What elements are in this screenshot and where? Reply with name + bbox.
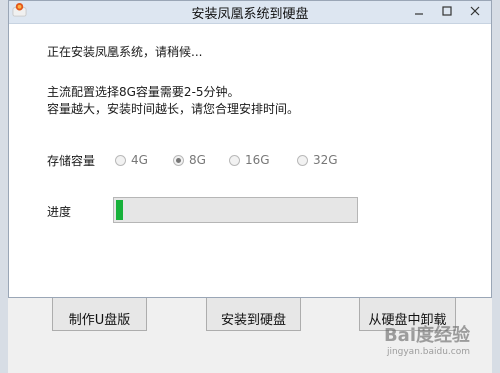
make-usb-label: 制作U盘版 [68,312,131,328]
radio-32g[interactable] [297,154,308,166]
capacity-4g-label: 4G [131,153,148,167]
radio-16g[interactable] [229,154,240,166]
minimize-icon[interactable] [405,1,433,21]
capacity-option-32g[interactable]: 32G [297,153,338,167]
watermark-text: Bai度经验 [383,325,470,346]
watermark-sub: jingyan.baidu.com [386,347,470,357]
status-message: 正在安装凤凰系统，请稍候... [47,45,203,59]
capacity-32g-label: 32G [313,153,338,167]
close-icon[interactable] [461,1,489,21]
install-to-disk-label: 安装到硬盘 [220,312,286,328]
install-to-disk-button[interactable]: 安装到硬盘 [206,298,301,331]
capacity-label: 存储容量 [47,154,96,168]
maximize-icon[interactable] [433,1,461,21]
make-usb-button[interactable]: 制作U盘版 [52,298,147,331]
progress-label: 进度 [47,205,72,219]
radio-8g[interactable] [173,154,184,166]
progress-fill [116,200,123,220]
background-window-edge-right [492,0,500,373]
install-dialog: 安装凤凰系统到硬盘 正在安装凤凰系统，请稍候... 主流配置选择8G容量需要2-… [8,0,492,298]
capacity-16g-label: 16G [245,153,270,167]
watermark: Bai度经验 jingyan.baidu.com [350,321,470,361]
title-bar[interactable]: 安装凤凰系统到硬盘 [9,1,491,24]
capacity-option-4g[interactable]: 4G [115,153,148,167]
progress-bar [113,197,358,223]
radio-4g[interactable] [115,154,126,166]
capacity-option-16g[interactable]: 16G [229,153,270,167]
background-window-edge-left [0,0,8,373]
capacity-8g-label: 8G [189,153,206,167]
info-message-capacity: 容量越大，安装时间越长，请您合理安排时间。 [47,102,300,116]
info-message-time: 主流配置选择8G容量需要2-5分钟。 [47,85,240,99]
capacity-option-8g[interactable]: 8G [173,153,206,167]
